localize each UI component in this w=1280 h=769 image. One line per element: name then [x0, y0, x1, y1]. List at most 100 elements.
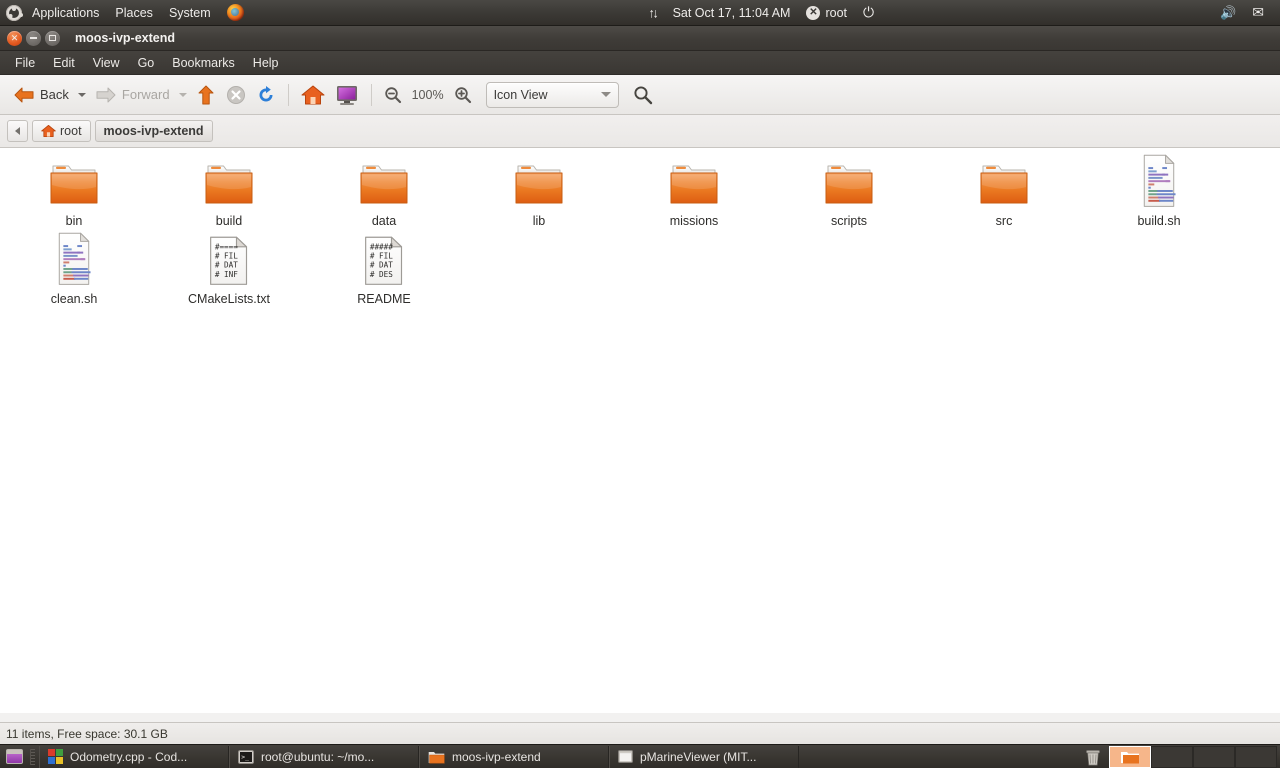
firefox-launcher[interactable] [219, 0, 252, 26]
trash-button[interactable] [1083, 747, 1103, 767]
close-button[interactable]: ✕ [7, 31, 22, 46]
stop-button[interactable] [221, 80, 251, 110]
file-manager-window: ✕ moos-ivp-extend File Edit View Go Book… [0, 26, 1280, 744]
pathbar-scroll-left[interactable] [7, 120, 28, 142]
up-button[interactable] [191, 80, 221, 110]
workspace-switcher[interactable] [1109, 746, 1277, 768]
maximize-button[interactable] [45, 31, 60, 46]
taskbar-task[interactable]: Odometry.cpp - Cod... [39, 746, 229, 768]
breadcrumb-current[interactable]: moos-ivp-extend [95, 120, 213, 142]
item-label: build.sh [1137, 214, 1180, 228]
taskbar-task[interactable]: moos-ivp-extend [419, 746, 609, 768]
svg-text:# DES: # DES [370, 270, 393, 279]
menu-bookmarks[interactable]: Bookmarks [163, 54, 244, 72]
mail-indicator[interactable]: ✉ [1244, 0, 1272, 26]
menu-bookmarks-label: Bookmarks [172, 56, 235, 70]
taskbar-task[interactable]: >_ root@ubuntu: ~/mo... [229, 746, 419, 768]
item-label: bin [66, 214, 83, 228]
top-panel: Applications Places System ↑↓ Sat Oct 17… [0, 0, 1280, 26]
item-label: README [357, 292, 410, 306]
taskbar-task-label: root@ubuntu: ~/mo... [261, 750, 374, 764]
taskbar-task-label: pMarineViewer (MIT... [640, 750, 756, 764]
breadcrumb-current-label: moos-ivp-extend [104, 124, 204, 138]
folder-icon [201, 160, 257, 208]
pathbar: root moos-ivp-extend [0, 115, 1280, 148]
file-icon-wrap: #====# FIL# DAT# INF [209, 234, 249, 286]
menu-edit[interactable]: Edit [44, 54, 84, 72]
workspace-4[interactable] [1235, 746, 1277, 768]
workspace-3[interactable] [1193, 746, 1235, 768]
folder-icon-wrap [356, 156, 412, 208]
menu-go[interactable]: Go [129, 54, 164, 72]
item-label: CMakeLists.txt [188, 292, 270, 306]
taskbar-grip[interactable] [30, 749, 35, 765]
zoom-in-button[interactable] [449, 80, 477, 110]
file-item[interactable]: ###### FIL# DAT# DES README [316, 230, 452, 306]
file-item[interactable]: build.sh [1091, 152, 1227, 228]
view-mode-label: Icon View [494, 88, 548, 102]
menu-file[interactable]: File [6, 54, 44, 72]
taskbar-task[interactable]: pMarineViewer (MIT... [609, 746, 799, 768]
menu-help[interactable]: Help [244, 54, 288, 72]
menu-applications[interactable]: Applications [24, 0, 107, 26]
menu-system[interactable]: System [161, 0, 219, 26]
folder-item[interactable]: lib [471, 152, 607, 228]
back-dropdown-caret[interactable] [78, 93, 86, 97]
volume-indicator[interactable]: 🔊 [1212, 0, 1244, 26]
back-button[interactable]: Back [8, 80, 74, 110]
taskbar-task-label: Odometry.cpp - Cod... [70, 750, 187, 764]
ubuntu-logo-icon[interactable] [6, 5, 22, 21]
user-name: root [825, 6, 847, 20]
folder-item[interactable]: missions [626, 152, 762, 228]
firefox-icon [227, 4, 244, 21]
folder-item[interactable]: data [316, 152, 452, 228]
taskbar-task-label: moos-ivp-extend [452, 750, 541, 764]
reload-button[interactable] [251, 80, 281, 110]
folder-icon [46, 160, 102, 208]
folder-icon [428, 750, 445, 764]
folder-item[interactable]: bin [6, 152, 142, 228]
menu-applications-label: Applications [32, 6, 99, 20]
menu-view[interactable]: View [84, 54, 129, 72]
show-desktop-button[interactable] [2, 746, 26, 768]
item-label: build [216, 214, 242, 228]
folder-item[interactable]: src [936, 152, 1072, 228]
terminal-icon: >_ [238, 750, 254, 764]
breadcrumb-root[interactable]: root [32, 120, 91, 142]
clock-indicator[interactable]: Sat Oct 17, 11:04 AM [665, 0, 799, 26]
file-list-view[interactable]: bin build [0, 148, 1280, 713]
text-file-icon: ###### FIL# DAT# DES [364, 236, 404, 286]
search-button[interactable] [628, 80, 658, 110]
window-icon [618, 750, 633, 763]
arrow-left-icon [13, 85, 35, 105]
folder-icon [666, 160, 722, 208]
workspace-1[interactable] [1109, 746, 1151, 768]
file-item[interactable]: clean.sh [6, 230, 142, 306]
forward-dropdown-caret[interactable] [179, 93, 187, 97]
zoom-out-button[interactable] [379, 80, 407, 110]
svg-text:# DAT: # DAT [215, 261, 238, 270]
folder-icon [976, 160, 1032, 208]
network-indicator[interactable]: ↑↓ [641, 0, 665, 26]
forward-button[interactable]: Forward [90, 80, 175, 110]
menubar: File Edit View Go Bookmarks Help [0, 51, 1280, 75]
svg-text:#####: ##### [370, 242, 393, 251]
menu-places[interactable]: Places [107, 0, 161, 26]
folder-item[interactable]: scripts [781, 152, 917, 228]
item-label: lib [533, 214, 546, 228]
home-button[interactable] [296, 80, 330, 110]
file-item[interactable]: #====# FIL# DAT# INF CMakeLists.txt [161, 230, 297, 306]
network-updown-icon: ↑↓ [649, 5, 657, 20]
zoom-out-icon [384, 86, 402, 104]
view-mode-select[interactable]: Icon View [486, 82, 619, 108]
minimize-button[interactable] [26, 31, 41, 46]
user-indicator[interactable]: ✕ root [798, 0, 855, 26]
stop-icon [226, 85, 246, 105]
folder-item[interactable]: build [161, 152, 297, 228]
computer-button[interactable] [330, 80, 364, 110]
workspace-2[interactable] [1151, 746, 1193, 768]
power-indicator[interactable]: ⏻ [855, 0, 882, 26]
toolbar-separator-2 [371, 84, 372, 106]
item-label: src [996, 214, 1013, 228]
folder-icon-wrap [666, 156, 722, 208]
